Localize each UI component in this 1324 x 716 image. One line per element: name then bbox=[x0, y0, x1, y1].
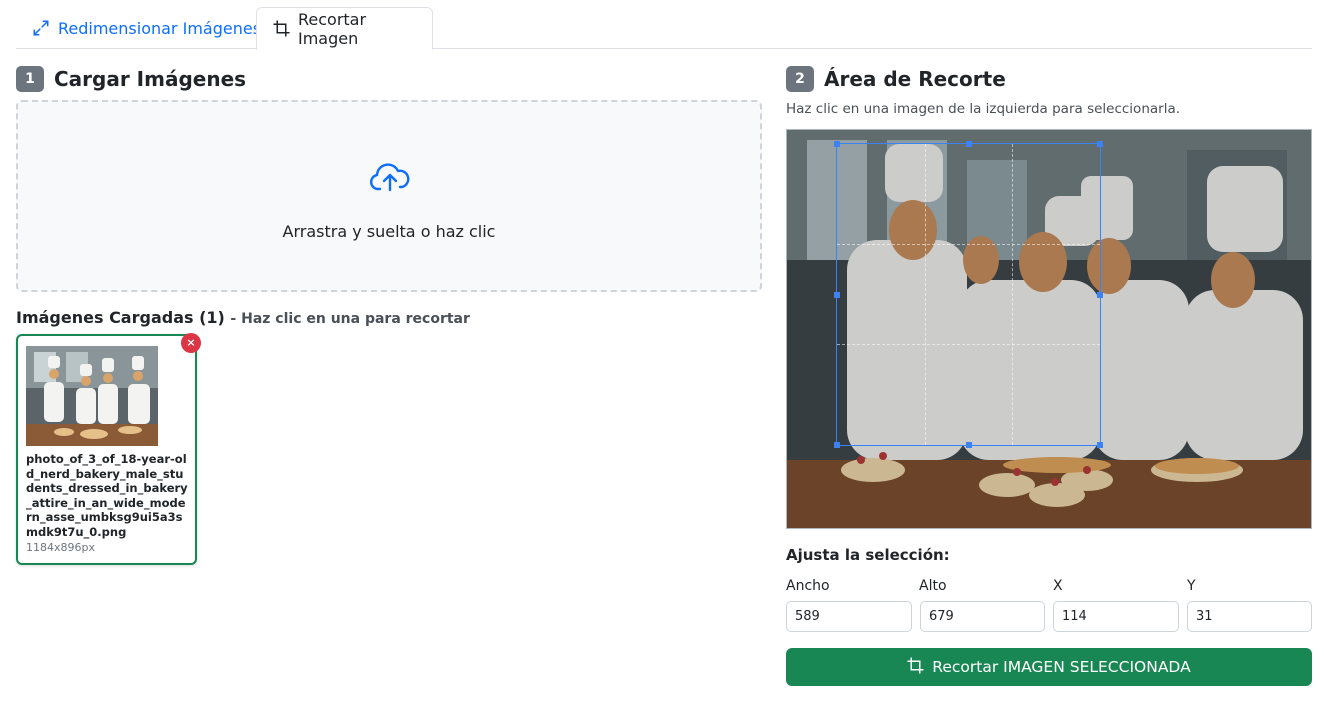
step-badge-1: 1 bbox=[16, 66, 44, 92]
x-input[interactable] bbox=[1053, 601, 1179, 632]
crop-section-title: Área de Recorte bbox=[824, 67, 1006, 91]
tab-crop-label: Recortar Imagen bbox=[298, 9, 367, 48]
selection-guide-horizontal bbox=[837, 244, 1100, 246]
crop-button-label: Recortar IMAGEN SELECCIONADA bbox=[932, 658, 1191, 676]
upload-section-header: 1 Cargar Imágenes bbox=[16, 66, 246, 92]
selection-guide-horizontal bbox=[837, 344, 1100, 346]
step-badge-2: 2 bbox=[786, 66, 814, 92]
loaded-images-hint: - Haz clic en una para recortar bbox=[230, 311, 470, 327]
resize-handle-nw[interactable] bbox=[834, 141, 840, 147]
loaded-image-card[interactable]: photo_of_3_of_18-year-old_nerd_bakery_ma… bbox=[16, 333, 201, 565]
x-label: X bbox=[1053, 578, 1063, 594]
crop-section-header: 2 Área de Recorte bbox=[786, 66, 1006, 92]
crop-icon bbox=[273, 20, 290, 37]
resize-handle-sw[interactable] bbox=[834, 442, 840, 448]
resize-handle-w[interactable] bbox=[834, 292, 840, 298]
dropzone-text: Arrastra y suelta o haz clic bbox=[282, 222, 496, 241]
height-label: Alto bbox=[919, 578, 947, 594]
loaded-images-title: Imágenes Cargadas (1) bbox=[16, 308, 225, 327]
tab-resize-images[interactable]: Redimensionar Imágenes bbox=[16, 7, 277, 49]
tab-resize-label: Redimensionar Imágenes bbox=[58, 18, 262, 38]
selection-guide-vertical bbox=[1012, 144, 1014, 445]
cloud-upload-icon bbox=[369, 162, 411, 198]
width-label: Ancho bbox=[786, 578, 830, 594]
y-label: Y bbox=[1187, 578, 1196, 594]
resize-handle-e[interactable] bbox=[1097, 292, 1103, 298]
crop-icon bbox=[907, 656, 924, 678]
upload-section-title: Cargar Imágenes bbox=[54, 67, 247, 91]
image-dimensions: 1184x896px bbox=[26, 541, 95, 554]
upload-dropzone[interactable]: Arrastra y suelta o haz clic bbox=[16, 100, 762, 292]
resize-handle-ne[interactable] bbox=[1097, 141, 1103, 147]
height-input[interactable] bbox=[920, 601, 1045, 632]
selection-guide-vertical bbox=[924, 144, 926, 445]
image-thumbnail[interactable] bbox=[26, 346, 158, 446]
tab-bar: Redimensionar Imágenes Recortar Imagen bbox=[16, 7, 1312, 50]
width-input[interactable] bbox=[786, 601, 912, 632]
crop-canvas[interactable] bbox=[786, 129, 1312, 529]
adjust-selection-label: Ajusta la selección: bbox=[786, 546, 950, 564]
image-filename: photo_of_3_of_18-year-old_nerd_bakery_ma… bbox=[26, 452, 188, 539]
y-input[interactable] bbox=[1187, 601, 1312, 632]
tab-crop-image[interactable]: Recortar Imagen bbox=[256, 7, 433, 50]
crop-selection-box[interactable] bbox=[834, 141, 1103, 448]
resize-handle-s[interactable] bbox=[966, 442, 972, 448]
resize-handle-se[interactable] bbox=[1097, 442, 1103, 448]
crop-selected-image-button[interactable]: Recortar IMAGEN SELECCIONADA bbox=[786, 648, 1312, 686]
resize-handle-n[interactable] bbox=[966, 141, 972, 147]
expand-arrows-icon bbox=[32, 19, 50, 37]
crop-hint: Haz clic en una imagen de la izquierda p… bbox=[786, 101, 1181, 117]
loaded-images-header: Imágenes Cargadas (1) - Haz clic en una … bbox=[16, 308, 470, 327]
remove-image-button[interactable]: × bbox=[181, 333, 201, 353]
